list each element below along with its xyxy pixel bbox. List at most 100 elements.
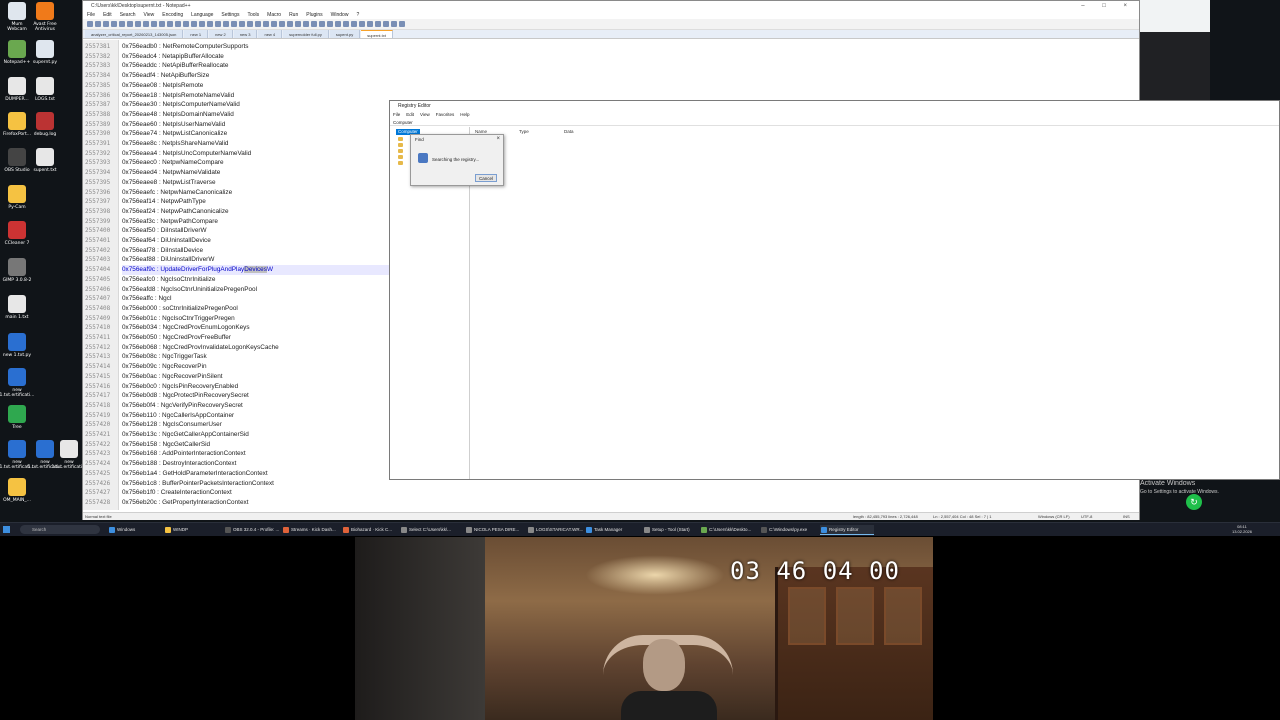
menu-item[interactable]: File — [87, 11, 95, 19]
folder-icon[interactable] — [398, 143, 403, 147]
code-line[interactable]: 0x756eb1a4 : GetHoldParameterInteraction… — [122, 469, 390, 479]
tab[interactable]: new 3 — [233, 30, 258, 38]
code-line[interactable]: 0x756eae08 : NetpIsRemote — [122, 81, 390, 91]
desktop-icon[interactable]: CCleaner 7 — [2, 221, 32, 246]
folder-icon[interactable] — [398, 137, 403, 141]
tab[interactable]: supernt.txt — [361, 30, 393, 38]
desktop-icon[interactable]: Py-Cam — [2, 185, 32, 210]
code-line[interactable]: 0x756eb09c : NgcRecoverPin — [122, 362, 390, 372]
code-line[interactable]: 0x756eafc0 : NgcIsoCtnrInitialize — [122, 275, 390, 285]
cancel-button[interactable]: Cancel — [475, 174, 497, 182]
folder-icon[interactable] — [398, 161, 403, 165]
toolbar-button-icon[interactable] — [127, 21, 133, 27]
code-line[interactable]: 0x756eae30 : NetpIsComputerNameValid — [122, 100, 390, 110]
toolbar-button-icon[interactable] — [87, 21, 93, 27]
toolbar-button-icon[interactable] — [191, 21, 197, 27]
tab[interactable]: new 1 — [184, 30, 209, 38]
desktop-icon[interactable]: Mum Webcam — [2, 2, 32, 32]
taskbar-app-button[interactable]: Select C:\Users\kk\... — [400, 525, 462, 535]
desktop-icon[interactable]: new 1.txt.ertificati... — [0, 368, 34, 398]
taskbar-app-button[interactable]: NICOLA PESA DIRE... — [465, 525, 525, 535]
toolbar-button-icon[interactable] — [231, 21, 237, 27]
code-line[interactable]: 0x756eaf50 : DiInstallDriverW — [122, 226, 390, 236]
desktop-icon[interactable]: DUMPER... — [2, 77, 32, 102]
toolbar-button-icon[interactable] — [399, 21, 405, 27]
code-line[interactable]: 0x756eaf88 : DiUninstallDriverW — [122, 255, 390, 265]
code-line[interactable]: 0x756eae18 : NetpIsRemoteNameValid — [122, 91, 390, 101]
code-line[interactable]: 0x756eb0f4 : NgcVerifyPinRecoverySecret — [122, 401, 390, 411]
code-line[interactable]: 0x756eb000 : soCtnrInitializePregenPool — [122, 304, 390, 314]
code-line[interactable]: 0x756eaea4 : NetpIsUncComputerNameValid — [122, 149, 390, 159]
desktop-icon[interactable]: supernt.py — [30, 40, 60, 65]
menu-item[interactable]: Tools — [247, 11, 259, 19]
taskbar-app-button[interactable]: C:\Users\kk\Deskto... — [700, 525, 758, 535]
code-line[interactable]: 0x756eae8c : NetpIsShareNameValid — [122, 139, 390, 149]
desktop-icon[interactable]: new 1.txt.ertificati... — [52, 440, 86, 470]
code-line[interactable]: 0x756eadf4 : NetApiBufferSize — [122, 71, 390, 81]
code-line[interactable]: 0x756eb08c : NgcTriggerTask — [122, 352, 390, 362]
code-line[interactable]: 0x756eaed4 : NetpwNameValidate — [122, 168, 390, 178]
regedit-titlebar[interactable]: Registry Editor — [390, 101, 1279, 111]
toolbar-button-icon[interactable] — [135, 21, 141, 27]
toolbar-button-icon[interactable] — [343, 21, 349, 27]
toolbar-button-icon[interactable] — [287, 21, 293, 27]
menu-item[interactable]: Edit — [103, 11, 112, 19]
code-line[interactable]: 0x756eae48 : NetpIsDomainNameValid — [122, 110, 390, 120]
column-type[interactable]: Type — [519, 129, 529, 134]
code-line[interactable]: 0x756eaf64 : DiUninstallDevice — [122, 236, 390, 246]
toolbar-button-icon[interactable] — [303, 21, 309, 27]
toolbar-button-icon[interactable] — [183, 21, 189, 27]
tab[interactable]: supent.py — [329, 30, 361, 38]
toolbar-button-icon[interactable] — [239, 21, 245, 27]
toolbar-button-icon[interactable] — [223, 21, 229, 27]
taskbar-search[interactable]: Search — [20, 525, 100, 534]
code-line-current[interactable]: 0x756eaf9c : UpdateDriverForPlugAndPlayD… — [122, 265, 390, 275]
regedit-menu-item[interactable]: Favorites — [436, 111, 455, 119]
regedit-menu-item[interactable]: View — [420, 111, 430, 119]
code-line[interactable]: 0x756eaf14 : NetpwPathType — [122, 197, 390, 207]
refresh-icon[interactable]: ↻ — [1186, 494, 1202, 510]
toolbar-button-icon[interactable] — [391, 21, 397, 27]
tab[interactable]: new 4 — [258, 30, 283, 38]
windows-start-icon[interactable] — [3, 526, 10, 533]
menu-item[interactable]: Language — [191, 11, 213, 19]
code-line[interactable]: 0x756eaffc : NgcI — [122, 294, 390, 304]
desktop-icon[interactable]: Notepad++ — [2, 40, 32, 65]
toolbar-button-icon[interactable] — [271, 21, 277, 27]
code-line[interactable]: 0x756eb0ac : NgcRecoverPinSilent — [122, 372, 390, 382]
toolbar-button-icon[interactable] — [119, 21, 125, 27]
menu-item[interactable]: Search — [120, 11, 136, 19]
code-line[interactable]: 0x756eaf78 : DiInstallDevice — [122, 246, 390, 256]
code-line[interactable]: 0x756eaefc : NetpwNameCanonicalize — [122, 188, 390, 198]
menu-item[interactable]: Plugins — [306, 11, 322, 19]
desktop-icon[interactable]: Tree — [2, 405, 32, 430]
toolbar-button-icon[interactable] — [295, 21, 301, 27]
menu-item[interactable]: Encoding — [162, 11, 183, 19]
taskbar-app-button[interactable]: OBS 32.0.4 - Profile: ... — [224, 525, 280, 535]
menu-item[interactable]: View — [144, 11, 155, 19]
close-icon[interactable]: × — [496, 136, 500, 142]
code-line[interactable]: 0x756eadc4 : NetapipBufferAllocate — [122, 52, 390, 62]
code-line[interactable]: 0x756eb1f0 : CreateInteractionContext — [122, 488, 390, 498]
code-line[interactable]: 0x756eb0d8 : NgcProtectPinRecoverySecret — [122, 391, 390, 401]
code-line[interactable]: 0x756eb158 : NgcGetCallerSid — [122, 440, 390, 450]
taskbar-app-button[interactable]: Registry Editor — [820, 525, 874, 535]
taskbar-app-button[interactable]: Task Manager — [585, 525, 641, 535]
window-controls[interactable]: – □ × — [1081, 1, 1135, 11]
menu-item[interactable]: Window — [331, 11, 349, 19]
toolbar-button-icon[interactable] — [175, 21, 181, 27]
code-line[interactable]: 0x756eb050 : NgcCredProvFreeBuffer — [122, 333, 390, 343]
code-line[interactable]: 0x756eae60 : NetpIsUserNameValid — [122, 120, 390, 130]
toolbar-button-icon[interactable] — [199, 21, 205, 27]
code-line[interactable]: 0x756eaf24 : NetpwPathCanonicalize — [122, 207, 390, 217]
code-line[interactable]: 0x756eaf3c : NetpwPathCompare — [122, 217, 390, 227]
code-line[interactable]: 0x756eaddc : NetApiBufferReallocate — [122, 61, 390, 71]
taskbar-app-button[interactable]: LOGS\STARICAT.WR... — [527, 525, 583, 535]
toolbar-button-icon[interactable] — [103, 21, 109, 27]
code-line[interactable]: 0x756eb110 : NgcCallerIsAppContainer — [122, 411, 390, 421]
toolbar-button-icon[interactable] — [279, 21, 285, 27]
toolbar-button-icon[interactable] — [359, 21, 365, 27]
regedit-value-list[interactable]: Name Type Data — [472, 127, 1279, 479]
toolbar-button-icon[interactable] — [111, 21, 117, 27]
toolbar-button-icon[interactable] — [319, 21, 325, 27]
